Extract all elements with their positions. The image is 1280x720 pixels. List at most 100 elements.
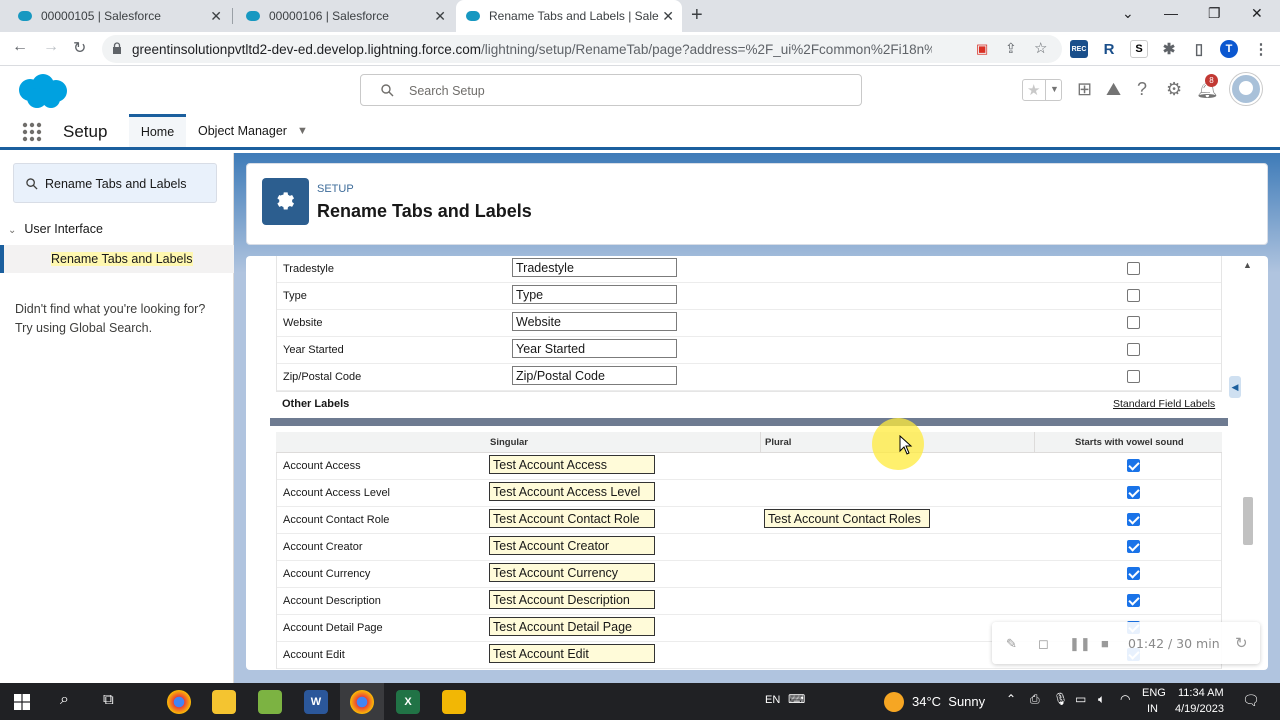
taskbar-search-icon[interactable]: ⌕: [60, 691, 69, 709]
scroll-up-arrow-icon[interactable]: ▲: [1243, 260, 1252, 270]
field-label-input[interactable]: [512, 285, 677, 304]
bookmark-star-icon[interactable]: ☆: [1034, 39, 1047, 57]
sidebar-item-rename-tabs[interactable]: Rename Tabs and Labels: [0, 245, 234, 273]
singular-input[interactable]: [489, 644, 655, 663]
share-icon[interactable]: ⇪: [1005, 40, 1017, 57]
restore-icon[interactable]: ❐: [1208, 5, 1221, 22]
word-icon[interactable]: W: [304, 690, 328, 714]
minimize-icon[interactable]: —: [1164, 5, 1178, 21]
close-tab-icon[interactable]: ✕: [210, 8, 222, 25]
task-view-icon[interactable]: ⧉: [103, 691, 114, 708]
vowel-sound-checkbox[interactable]: [1127, 540, 1140, 553]
browser-tab-2[interactable]: 00000106 | Salesforce ✕: [236, 0, 454, 32]
salesforce-logo[interactable]: [14, 72, 70, 112]
windows-start-icon[interactable]: [14, 694, 30, 710]
reload-icon[interactable]: ↻: [73, 38, 86, 58]
singular-input[interactable]: [489, 509, 655, 528]
collapse-panel-handle[interactable]: ◀: [1229, 376, 1241, 398]
tree-section-user-interface[interactable]: ⌄ User Interface: [8, 222, 103, 236]
chevron-down-icon[interactable]: ▼: [297, 125, 308, 137]
ime-bottom[interactable]: IN: [1147, 703, 1158, 715]
volume-icon[interactable]: 🔈︎: [1098, 692, 1105, 707]
address-bar[interactable]: greentinsolutionpvtltd2-dev-ed.develop.l…: [102, 35, 1062, 63]
s-extension-icon[interactable]: S: [1130, 40, 1148, 58]
vowel-sound-checkbox[interactable]: [1127, 262, 1140, 275]
help-icon[interactable]: ?: [1137, 79, 1147, 100]
singular-input[interactable]: [489, 536, 655, 555]
clock-time[interactable]: 11:34 AM: [1178, 687, 1224, 699]
field-label-input[interactable]: [512, 339, 677, 358]
tab-object-manager[interactable]: Object Manager ▼: [198, 114, 308, 147]
microphone-icon[interactable]: 🎙︎: [1053, 692, 1068, 706]
extensions-puzzle-icon[interactable]: ✱: [1160, 40, 1178, 58]
battery-icon[interactable]: ▭: [1075, 692, 1086, 706]
field-label-input[interactable]: [512, 366, 677, 385]
ime-top[interactable]: ENG: [1142, 687, 1166, 699]
meet-now-icon[interactable]: ⎙: [1030, 692, 1040, 707]
setup-gear-icon[interactable]: ⚙: [1166, 79, 1182, 100]
new-tab-icon[interactable]: +: [691, 4, 703, 27]
trailhead-icon[interactable]: ⛰: [1106, 79, 1121, 100]
rec-extension-icon[interactable]: REC: [1070, 40, 1088, 58]
tab-home[interactable]: Home: [129, 114, 186, 147]
vowel-sound-checkbox[interactable]: [1127, 567, 1140, 580]
vowel-sound-checkbox[interactable]: [1127, 486, 1140, 499]
pen-icon[interactable]: ✎: [1006, 636, 1017, 652]
tab-search-chevron-icon[interactable]: ⌄: [1122, 5, 1134, 22]
show-hidden-icons-chevron-icon[interactable]: ⌃: [1006, 692, 1016, 706]
clock-date[interactable]: 4/19/2023: [1175, 703, 1224, 715]
restart-icon[interactable]: ↻: [1235, 634, 1248, 652]
close-tab-icon[interactable]: ✕: [434, 8, 446, 25]
vowel-sound-checkbox[interactable]: [1127, 316, 1140, 329]
user-avatar[interactable]: [1230, 73, 1262, 105]
language-indicator[interactable]: EN: [765, 694, 780, 706]
weather-text[interactable]: 34°C Sunny: [912, 694, 985, 709]
r-extension-icon[interactable]: R: [1100, 40, 1118, 58]
close-tab-icon[interactable]: ✕: [662, 8, 674, 25]
global-actions-plus-icon[interactable]: ⊞: [1077, 79, 1092, 100]
vowel-sound-checkbox[interactable]: [1127, 459, 1140, 472]
back-arrow-icon[interactable]: ←: [12, 38, 28, 56]
chrome-active-icon[interactable]: [350, 690, 374, 714]
plural-input[interactable]: [764, 509, 930, 528]
singular-input[interactable]: [489, 482, 655, 501]
side-panel-icon[interactable]: ▯: [1190, 40, 1208, 58]
keyboard-icon[interactable]: ⌨: [788, 692, 805, 706]
notes-app-icon[interactable]: [442, 690, 466, 714]
spreadsheet-app-icon[interactable]: [258, 690, 282, 714]
blocked-popup-icon[interactable]: ▣: [976, 41, 988, 57]
favorites-button[interactable]: ★ ▼: [1022, 79, 1062, 101]
singular-input[interactable]: [489, 590, 655, 609]
app-launcher-icon[interactable]: [22, 122, 42, 142]
content-scrollbar[interactable]: ▲: [1240, 258, 1256, 666]
field-label-input[interactable]: [512, 312, 677, 331]
pause-icon[interactable]: ❚❚: [1069, 636, 1091, 652]
more-menu-icon[interactable]: ⋮: [1252, 40, 1270, 58]
quick-find-input[interactable]: Rename Tabs and Labels: [13, 163, 217, 203]
excel-icon[interactable]: X: [396, 690, 420, 714]
close-window-icon[interactable]: ✕: [1251, 5, 1263, 22]
vowel-sound-checkbox[interactable]: [1127, 289, 1140, 302]
eraser-icon[interactable]: ◻: [1038, 636, 1049, 652]
forward-arrow-icon[interactable]: →: [43, 38, 59, 56]
browser-tab-1[interactable]: 00000105 | Salesforce ✕: [8, 0, 230, 32]
browser-tab-3-active[interactable]: Rename Tabs and Labels | Salesfo ✕: [456, 0, 682, 32]
singular-input[interactable]: [489, 563, 655, 582]
chrome-icon[interactable]: [167, 690, 191, 714]
stop-icon[interactable]: ■: [1101, 636, 1109, 651]
vowel-sound-checkbox[interactable]: [1127, 343, 1140, 356]
singular-input[interactable]: [489, 455, 655, 474]
singular-input[interactable]: [489, 617, 655, 636]
file-explorer-icon[interactable]: [212, 690, 236, 714]
wifi-icon[interactable]: ◠: [1120, 692, 1130, 706]
field-label: Type: [283, 290, 307, 302]
profile-avatar[interactable]: T: [1220, 40, 1238, 58]
vowel-sound-checkbox[interactable]: [1127, 594, 1140, 607]
standard-field-labels-link[interactable]: Standard Field Labels: [1113, 398, 1215, 410]
scrollbar-thumb[interactable]: [1243, 497, 1253, 545]
setup-search-box[interactable]: Search Setup: [360, 74, 862, 106]
field-label-input[interactable]: [512, 258, 677, 277]
notification-center-icon[interactable]: 🗨︎: [1242, 692, 1260, 709]
vowel-sound-checkbox[interactable]: [1127, 513, 1140, 526]
vowel-sound-checkbox[interactable]: [1127, 370, 1140, 383]
